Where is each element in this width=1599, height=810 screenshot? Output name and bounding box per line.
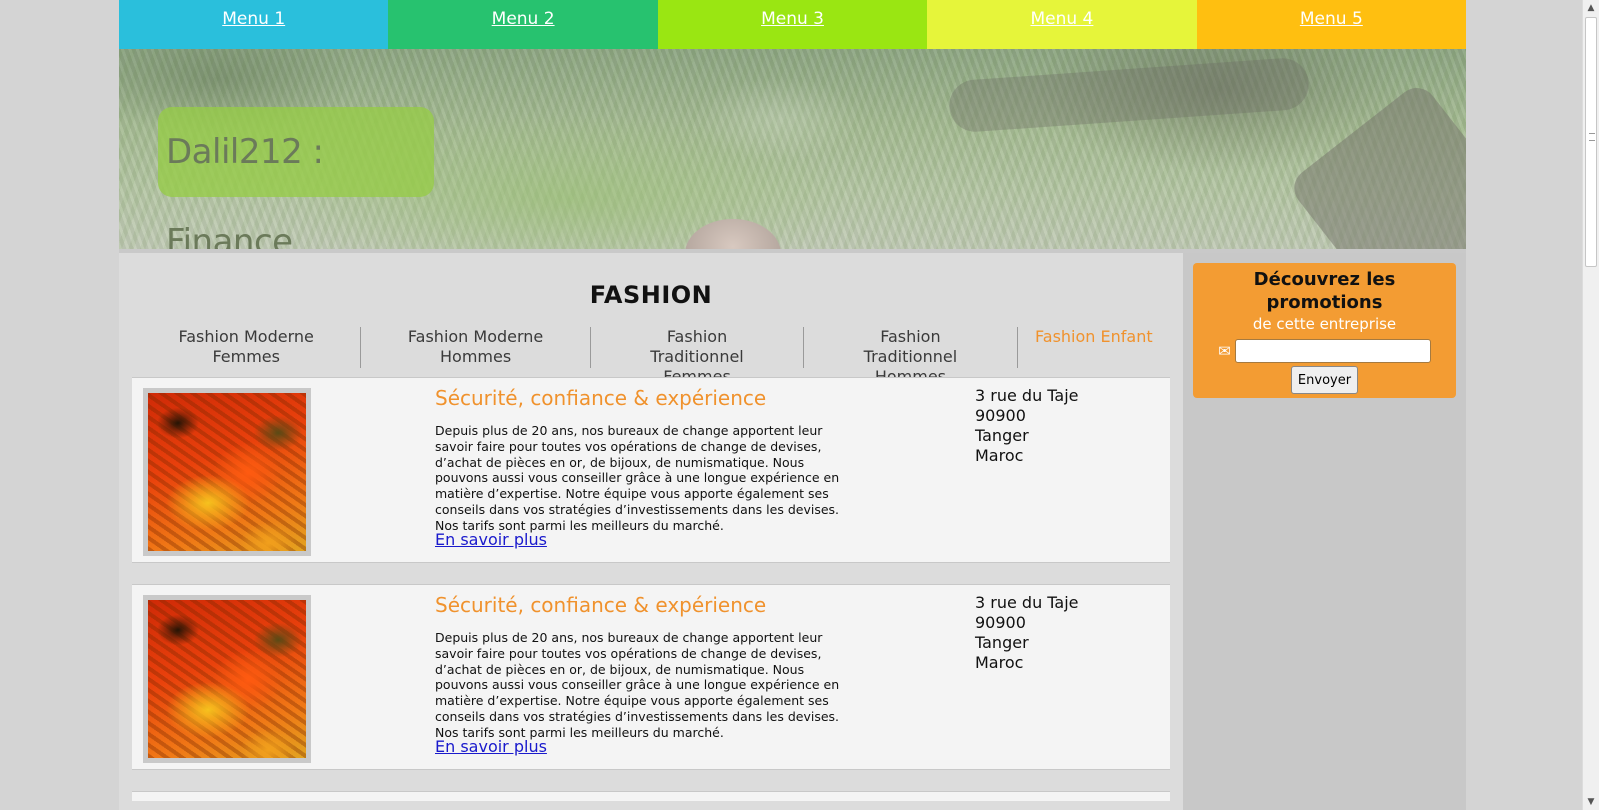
menu-5-link[interactable]: Menu 5	[1196, 0, 1467, 49]
subnav-fashion-moderne-femmes[interactable]: Fashion Moderne Femmes	[132, 327, 362, 368]
promo-email-input[interactable]	[1234, 339, 1431, 363]
header-banner: Dalil212 : Finance	[119, 49, 1466, 249]
site-title[interactable]: Dalil212 : Finance	[158, 107, 434, 249]
page-scrollbar[interactable]: ▲ ▼	[1582, 0, 1599, 810]
subnav-fashion-traditionnel-femmes[interactable]: Fashion Traditionnel Femmes	[591, 327, 805, 386]
subnav-fashion-enfant[interactable]: Fashion Enfant	[1018, 327, 1170, 368]
section-title: FASHION	[589, 281, 713, 309]
listing-thumbnail[interactable]	[143, 595, 311, 763]
address-country: Maroc	[975, 446, 1024, 465]
scrollbar-grip-icon	[1589, 133, 1595, 141]
listing-title: Sécurité, confiance & expérience	[435, 386, 767, 410]
read-more-link[interactable]: En savoir plus	[435, 737, 547, 756]
promo-box: Découvrez les promotions de cette entrep…	[1193, 263, 1456, 398]
listing-address: 3 rue du Taje 90900 Tanger Maroc	[975, 386, 1079, 466]
listing-description: Depuis plus de 20 ans, nos bureaux de ch…	[435, 630, 840, 740]
listing-image	[148, 600, 306, 758]
address-zip: 90900	[975, 406, 1026, 425]
read-more-link[interactable]: En savoir plus	[435, 530, 547, 549]
scroll-down-arrow-icon[interactable]: ▼	[1583, 794, 1599, 810]
listing-image	[148, 393, 306, 551]
banner-trunk-shape	[1286, 79, 1466, 249]
scroll-up-arrow-icon[interactable]: ▲	[1583, 0, 1599, 16]
listing-card-partial	[132, 791, 1170, 801]
subnav-fashion-traditionnel-hommes[interactable]: Fashion Traditionnel Hommes	[804, 327, 1018, 386]
subnav-fashion-moderne-hommes[interactable]: Fashion Moderne Hommes	[361, 327, 591, 368]
address-city: Tanger	[975, 426, 1029, 445]
listing-thumbnail[interactable]	[143, 388, 311, 556]
banner-log-shape	[947, 56, 1311, 134]
content-layout: FASHION Fashion Moderne Femmes Fashion M…	[119, 253, 1466, 810]
address-country: Maroc	[975, 653, 1024, 672]
promo-heading-line1: Découvrez les	[1253, 269, 1396, 290]
main-content: FASHION Fashion Moderne Femmes Fashion M…	[119, 253, 1183, 810]
menu-3-link[interactable]: Menu 3	[657, 0, 928, 49]
address-zip: 90900	[975, 613, 1026, 632]
sidebar: Découvrez les promotions de cette entrep…	[1183, 253, 1466, 810]
listing-title: Sécurité, confiance & expérience	[435, 593, 767, 617]
promo-subheading: de cette entreprise	[1252, 315, 1397, 333]
category-subnav: Fashion Moderne Femmes Fashion Moderne H…	[132, 327, 1170, 386]
promo-submit-button[interactable]: Envoyer	[1290, 366, 1359, 394]
scrollbar-thumb[interactable]	[1585, 17, 1597, 267]
promo-heading-line2: promotions	[1266, 292, 1383, 313]
promo-email-row: ✉	[1193, 339, 1456, 363]
menu-2-link[interactable]: Menu 2	[388, 0, 658, 49]
address-city: Tanger	[975, 633, 1029, 652]
envelope-icon: ✉	[1218, 342, 1231, 360]
listing-address: 3 rue du Taje 90900 Tanger Maroc	[975, 593, 1079, 673]
listing-card: Sécurité, confiance & expérience Depuis …	[132, 377, 1170, 563]
banner-head-shape	[685, 219, 781, 249]
page: Menu 1 Menu 2 Menu 3 Menu 4 Menu 5 Dalil…	[119, 0, 1467, 810]
top-navigation: Menu 1 Menu 2 Menu 3 Menu 4 Menu 5	[119, 0, 1467, 49]
listing-card: Sécurité, confiance & expérience Depuis …	[132, 584, 1170, 770]
address-street: 3 rue du Taje	[975, 386, 1079, 405]
address-street: 3 rue du Taje	[975, 593, 1079, 612]
menu-1-link[interactable]: Menu 1	[119, 0, 389, 49]
menu-4-link[interactable]: Menu 4	[927, 0, 1197, 49]
listing-description: Depuis plus de 20 ans, nos bureaux de ch…	[435, 423, 840, 533]
